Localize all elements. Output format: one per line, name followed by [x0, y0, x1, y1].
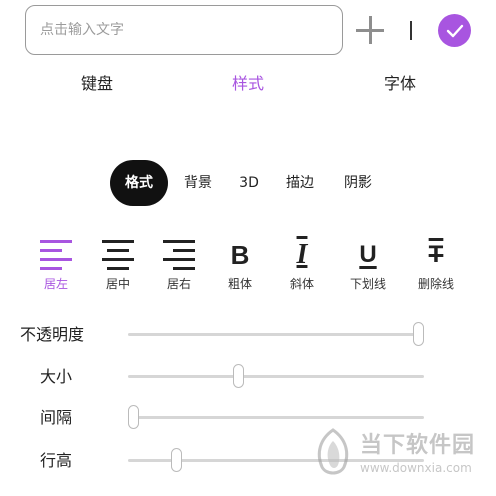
format-align-center[interactable]: 居中 — [88, 237, 148, 291]
align-right-icon — [163, 240, 195, 270]
format-label: 居左 — [43, 277, 68, 291]
line-height-label: 行高 — [40, 451, 73, 470]
align-center-icon — [102, 240, 134, 270]
plus-icon[interactable] — [354, 14, 386, 46]
tab-style[interactable]: 样式 — [223, 72, 273, 96]
format-label: 删除线 — [417, 277, 454, 291]
format-label: 下划线 — [349, 277, 386, 291]
checkmark-icon — [446, 24, 463, 37]
size-slider[interactable] — [128, 364, 424, 388]
spacing-label: 间隔 — [40, 408, 73, 427]
format-label: 粗体 — [227, 277, 252, 291]
format-label: 居右 — [166, 277, 191, 291]
subtab-stroke[interactable]: 描边 — [282, 160, 318, 206]
watermark-title: 当下软件园 — [360, 433, 476, 458]
subtab-3d[interactable]: 3D — [234, 160, 264, 206]
subtab-background[interactable]: 背景 — [180, 160, 216, 206]
size-label: 大小 — [40, 367, 73, 386]
tab-keyboard[interactable]: 键盘 — [72, 72, 122, 96]
line-height-slider-thumb[interactable] — [170, 448, 182, 472]
subtab-shadow[interactable]: 阴影 — [340, 160, 376, 206]
text-input[interactable] — [40, 22, 342, 38]
format-strikethrough[interactable]: T 删除线 — [406, 237, 466, 291]
confirm-button[interactable] — [438, 14, 471, 47]
bold-icon: B — [230, 239, 250, 270]
watermark: 当下软件园 www.downxia.com — [310, 425, 490, 485]
strikethrough-icon: T — [428, 241, 444, 268]
align-left-icon — [40, 240, 72, 270]
tab-font[interactable]: 字体 — [375, 72, 425, 96]
format-align-left[interactable]: 居左 — [26, 237, 86, 291]
text-cursor-icon — [410, 21, 412, 40]
spacing-slider-thumb[interactable] — [128, 405, 139, 429]
text-input-box[interactable] — [25, 5, 343, 55]
format-bold[interactable]: B 粗体 — [210, 237, 270, 292]
size-slider-thumb[interactable] — [233, 364, 245, 388]
opacity-slider[interactable] — [128, 322, 424, 346]
underline-icon: U — [359, 241, 377, 268]
italic-icon: I — [296, 239, 308, 270]
format-align-right[interactable]: 居右 — [149, 237, 209, 291]
subtab-format[interactable]: 格式 — [110, 160, 168, 206]
format-label: 斜体 — [289, 277, 314, 291]
format-label: 居中 — [105, 277, 130, 291]
opacity-label: 不透明度 — [20, 325, 85, 344]
watermark-logo-icon — [317, 428, 349, 475]
watermark-url: www.downxia.com — [360, 461, 472, 475]
format-underline[interactable]: U 下划线 — [338, 237, 398, 291]
spacing-slider[interactable] — [128, 405, 424, 429]
format-italic[interactable]: I 斜体 — [272, 237, 332, 291]
opacity-slider-thumb[interactable] — [413, 322, 424, 346]
